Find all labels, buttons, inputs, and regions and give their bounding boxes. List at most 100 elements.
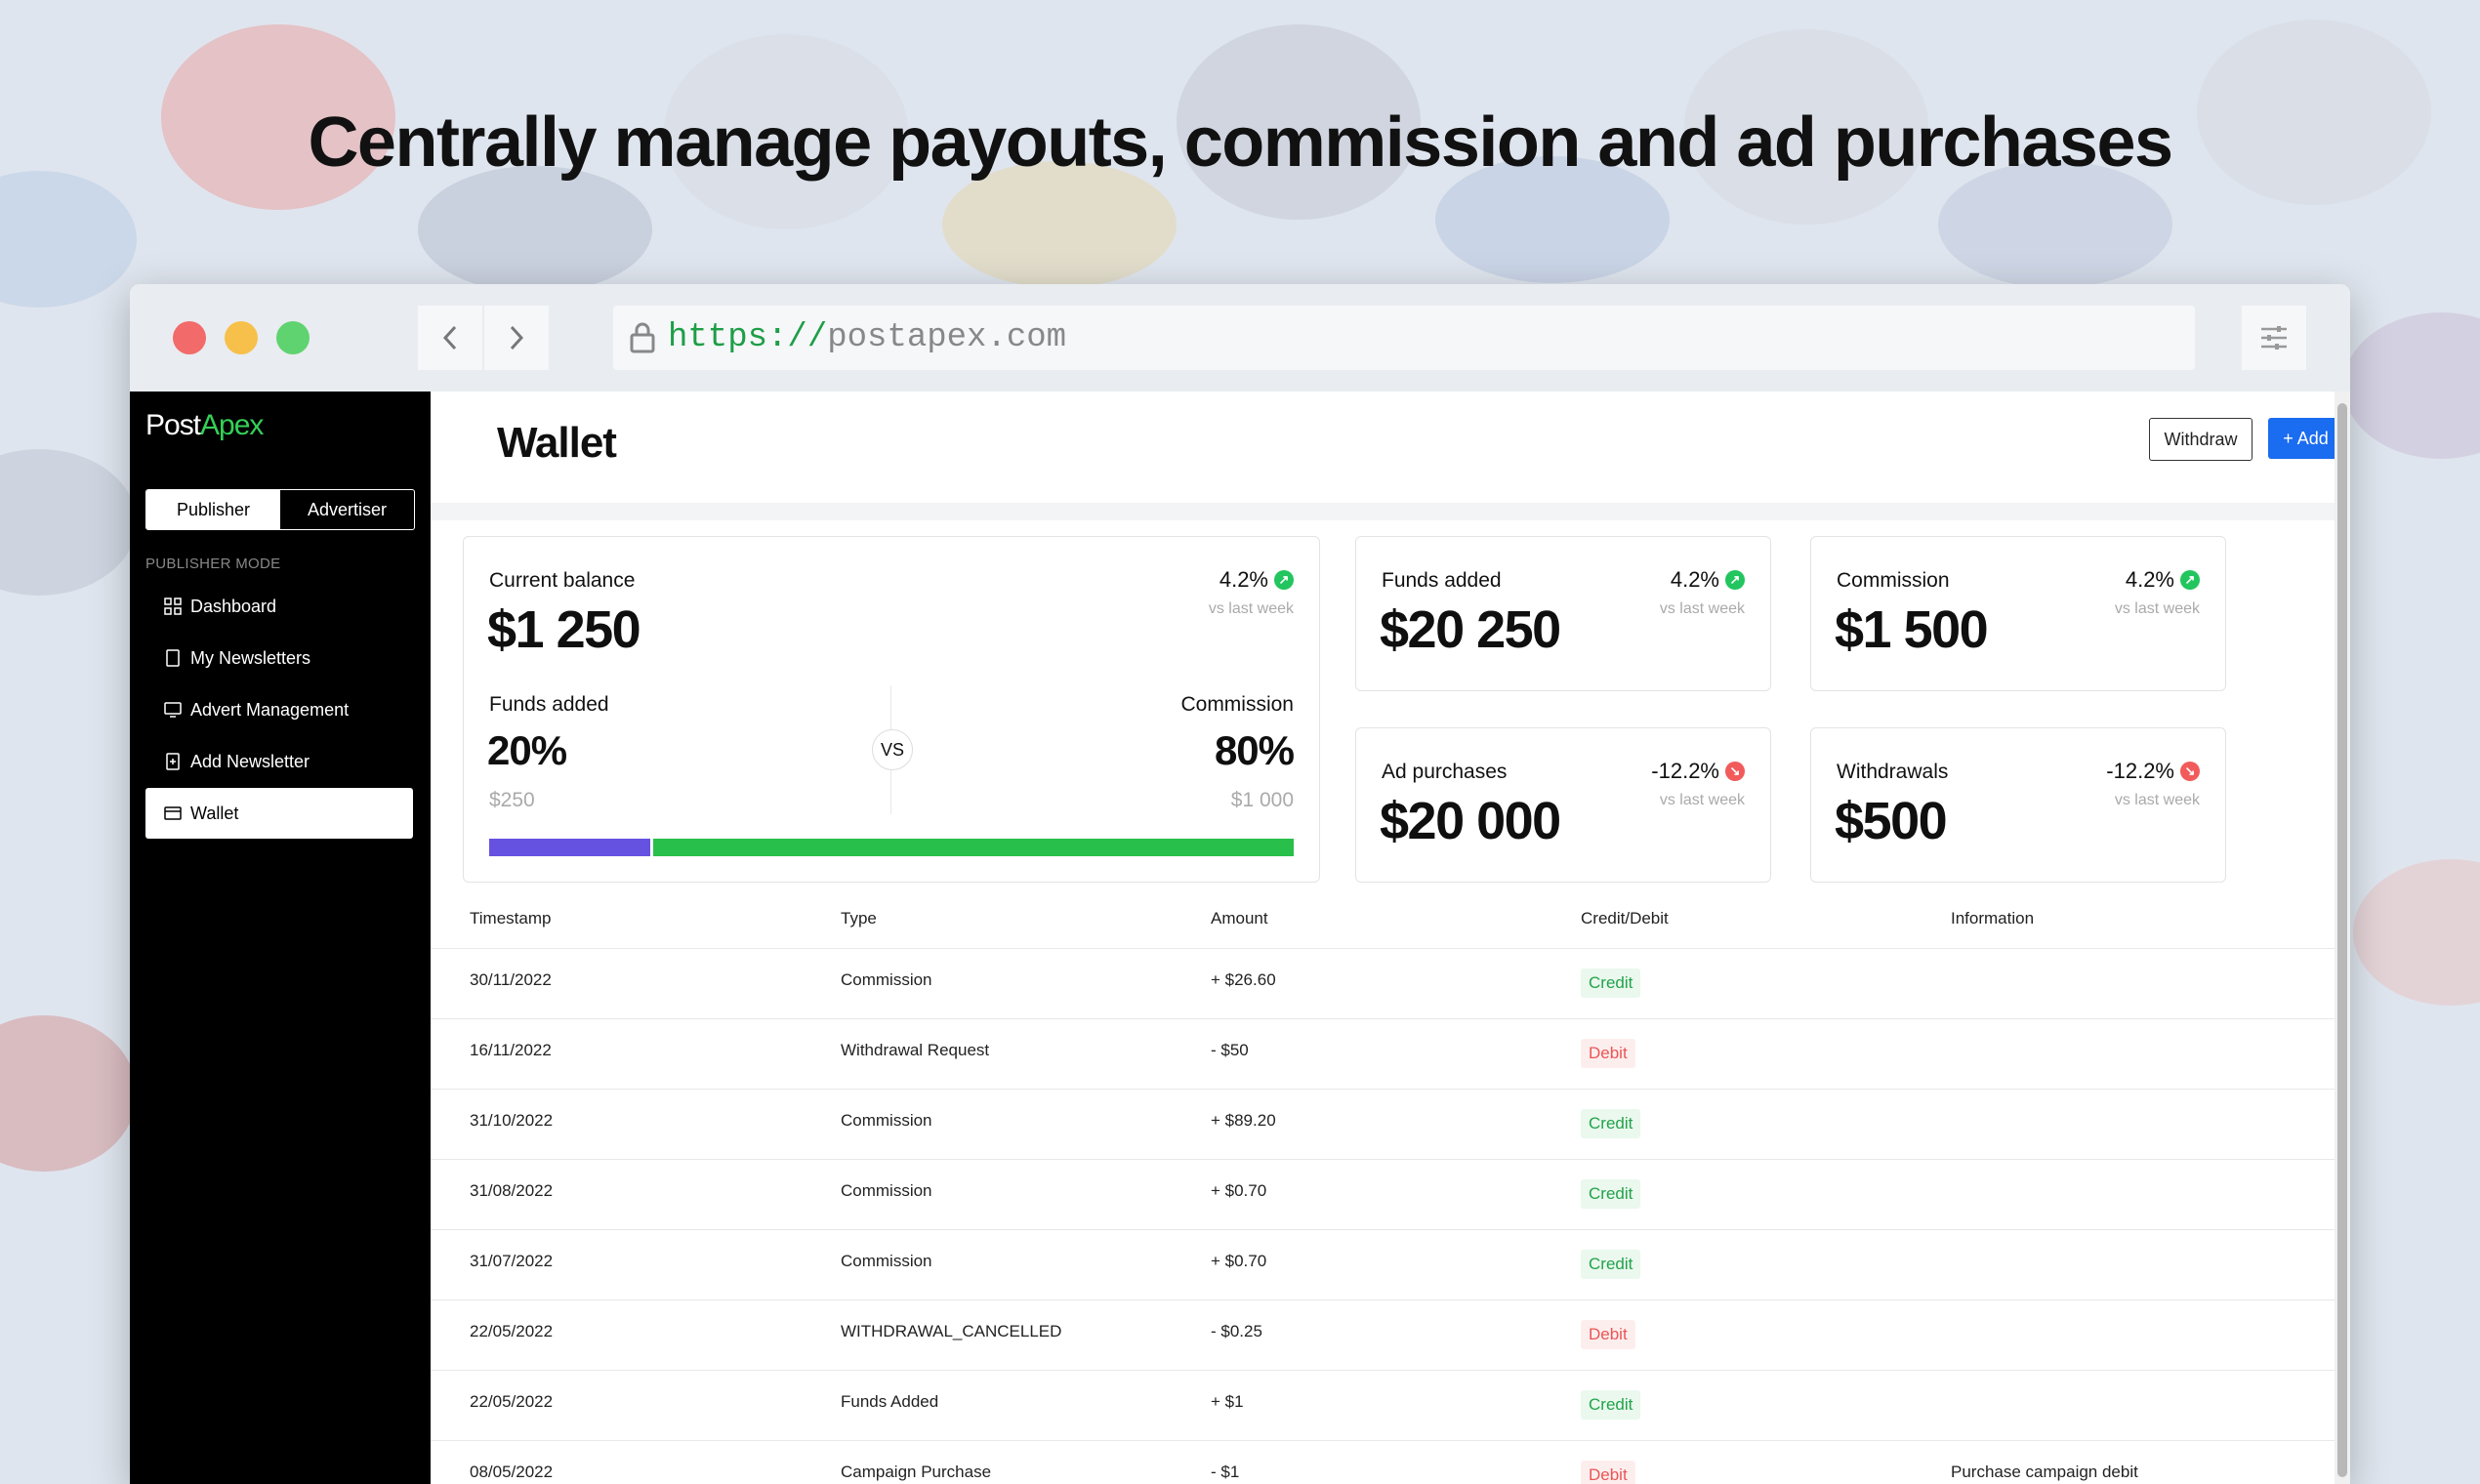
cell-amount: + $26.60: [1211, 970, 1276, 989]
sidebar-item-my-newsletters[interactable]: My Newsletters: [145, 633, 413, 683]
split-progress-bar: [489, 839, 1294, 856]
decorative-logo-bubble: [418, 166, 652, 293]
sidebar-item-label: Dashboard: [190, 596, 277, 616]
commission-segment: [652, 839, 1294, 856]
change-note: vs last week: [2114, 600, 2200, 617]
minimize-window-button[interactable]: [225, 321, 258, 354]
vs-divider: [890, 770, 891, 814]
sidebar-item-wallet[interactable]: Wallet: [145, 788, 413, 839]
section-label: PUBLISHER MODE: [145, 556, 281, 572]
logo-text-post: Post: [145, 409, 201, 441]
stat-label: Funds added: [1382, 569, 1502, 592]
balance-value: $1 250: [487, 600, 641, 659]
cell-timestamp: 31/07/2022: [470, 1252, 554, 1270]
chevron-right-icon: [510, 325, 524, 350]
cell-type: Commission: [841, 970, 932, 989]
cell-type: Commission: [841, 1111, 932, 1130]
back-button[interactable]: [418, 306, 482, 370]
browser-window: https://postapex.com PostApex Publisher …: [130, 284, 2350, 1484]
balance-change: 4.2% ↗: [1219, 567, 1294, 593]
debit-badge: Debit: [1581, 1320, 1635, 1349]
change-value: -12.2%: [1651, 759, 1719, 783]
decorative-logo-bubble: [0, 449, 137, 596]
sidebar-item-add-newsletter[interactable]: Add Newsletter: [145, 736, 413, 787]
vs-divider: [890, 685, 891, 729]
balance-card: Current balance $1 250 4.2% ↗ vs last wee…: [463, 536, 1320, 883]
change-value: 4.2%: [1670, 567, 1719, 592]
arrow-up-right-icon: ↗: [1274, 570, 1294, 590]
column-header-credit-debit[interactable]: Credit/Debit: [1581, 909, 1669, 928]
url-scheme: https://: [668, 319, 828, 356]
funds-added-percent: 20%: [487, 727, 567, 773]
credit-badge: Credit: [1581, 969, 1641, 998]
change-note: vs last week: [2114, 792, 2200, 808]
table-row[interactable]: 31/07/2022 Commission + $0.70 Credit: [431, 1229, 2335, 1300]
address-bar[interactable]: https://postapex.com: [613, 306, 2195, 370]
sidebar-item-advert-management[interactable]: Advert Management: [145, 684, 413, 735]
advertiser-mode-tab[interactable]: Advertiser: [280, 490, 414, 529]
stat-change: 4.2% ↗: [2126, 567, 2200, 593]
arrow-up-right-icon: ↗: [2180, 570, 2200, 590]
stat-card-withdrawals: Withdrawals $500 -12.2% ↘ vs last week: [1810, 727, 2226, 883]
sidebar-item-dashboard[interactable]: Dashboard: [145, 581, 413, 632]
stat-card-ad-purchases: Ad purchases $20 000 -12.2% ↘ vs last wee…: [1355, 727, 1771, 883]
decorative-logo-bubble: [0, 1015, 137, 1172]
main-content: Wallet Withdraw + Add Funds Current bala…: [431, 392, 2350, 1484]
maximize-window-button[interactable]: [276, 321, 310, 354]
browser-settings-button[interactable]: [2242, 306, 2306, 370]
cell-amount: + $0.70: [1211, 1181, 1267, 1200]
cell-timestamp: 22/05/2022: [470, 1392, 554, 1411]
withdraw-button[interactable]: Withdraw: [2149, 418, 2253, 461]
table-row[interactable]: 22/05/2022 Funds Added + $1 Credit: [431, 1370, 2335, 1441]
header-divider: [431, 503, 2335, 520]
change-note: vs last week: [1659, 792, 1745, 808]
column-header-amount[interactable]: Amount: [1211, 909, 1268, 928]
sliders-icon: [2261, 326, 2287, 350]
change-value: -12.2%: [2106, 759, 2174, 783]
stat-value: $500: [1835, 792, 1948, 850]
decorative-logo-bubble: [0, 171, 137, 308]
table-row[interactable]: 31/08/2022 Commission + $0.70 Credit: [431, 1159, 2335, 1230]
cell-type: Funds Added: [841, 1392, 939, 1411]
add-document-icon: [163, 752, 183, 771]
stat-label: Withdrawals: [1837, 761, 1949, 783]
mode-toggle: Publisher Advertiser: [145, 489, 415, 530]
arrow-down-right-icon: ↘: [1725, 762, 1745, 781]
change-value: 4.2%: [2125, 567, 2174, 592]
stat-card-commission: Commission $1 500 4.2% ↗ vs last week: [1810, 536, 2226, 691]
cell-type: Withdrawal Request: [841, 1041, 990, 1059]
stat-change: -12.2% ↘: [1651, 759, 1745, 784]
close-window-button[interactable]: [173, 321, 206, 354]
table-row[interactable]: 31/10/2022 Commission + $89.20 Credit: [431, 1089, 2335, 1160]
publisher-mode-tab[interactable]: Publisher: [146, 490, 280, 529]
table-row[interactable]: 22/05/2022 WITHDRAWAL_CANCELLED - $0.25 …: [431, 1299, 2335, 1371]
stat-label: Ad purchases: [1382, 761, 1508, 783]
scrollbar-thumb[interactable]: [2337, 403, 2347, 1477]
sidebar-item-label: My Newsletters: [190, 647, 311, 668]
logo-text-apex: Apex: [200, 409, 264, 441]
cell-amount: - $0.25: [1211, 1322, 1262, 1340]
sidebar-item-label: Add Newsletter: [190, 751, 310, 771]
cell-timestamp: 31/08/2022: [470, 1181, 554, 1200]
debit-badge: Debit: [1581, 1461, 1635, 1484]
column-header-timestamp[interactable]: Timestamp: [470, 909, 551, 928]
arrow-up-right-icon: ↗: [1725, 570, 1745, 590]
postapex-logo[interactable]: PostApex: [145, 409, 264, 442]
debit-badge: Debit: [1581, 1039, 1635, 1068]
table-row[interactable]: 30/11/2022 Commission + $26.60 Credit: [431, 948, 2335, 1019]
wallet-icon: [163, 804, 183, 823]
forward-button[interactable]: [484, 306, 549, 370]
funds-added-amount: $250: [489, 789, 535, 811]
table-row[interactable]: 16/11/2022 Withdrawal Request - $50 Debi…: [431, 1018, 2335, 1090]
page-scrollbar[interactable]: [2335, 392, 2350, 1484]
grid-icon: [163, 597, 183, 616]
cell-timestamp: 31/10/2022: [470, 1111, 554, 1130]
table-row[interactable]: 08/05/2022 Campaign Purchase - $1 Debit …: [431, 1440, 2335, 1484]
commission-percent: 80%: [1214, 727, 1295, 773]
cell-information: Purchase campaign debit: [1951, 1463, 2138, 1481]
vs-badge: VS: [872, 729, 913, 770]
credit-badge: Credit: [1581, 1250, 1641, 1279]
sidebar-item-label: Advert Management: [190, 699, 350, 720]
column-header-type[interactable]: Type: [841, 909, 877, 928]
column-header-information[interactable]: Information: [1951, 909, 2034, 928]
